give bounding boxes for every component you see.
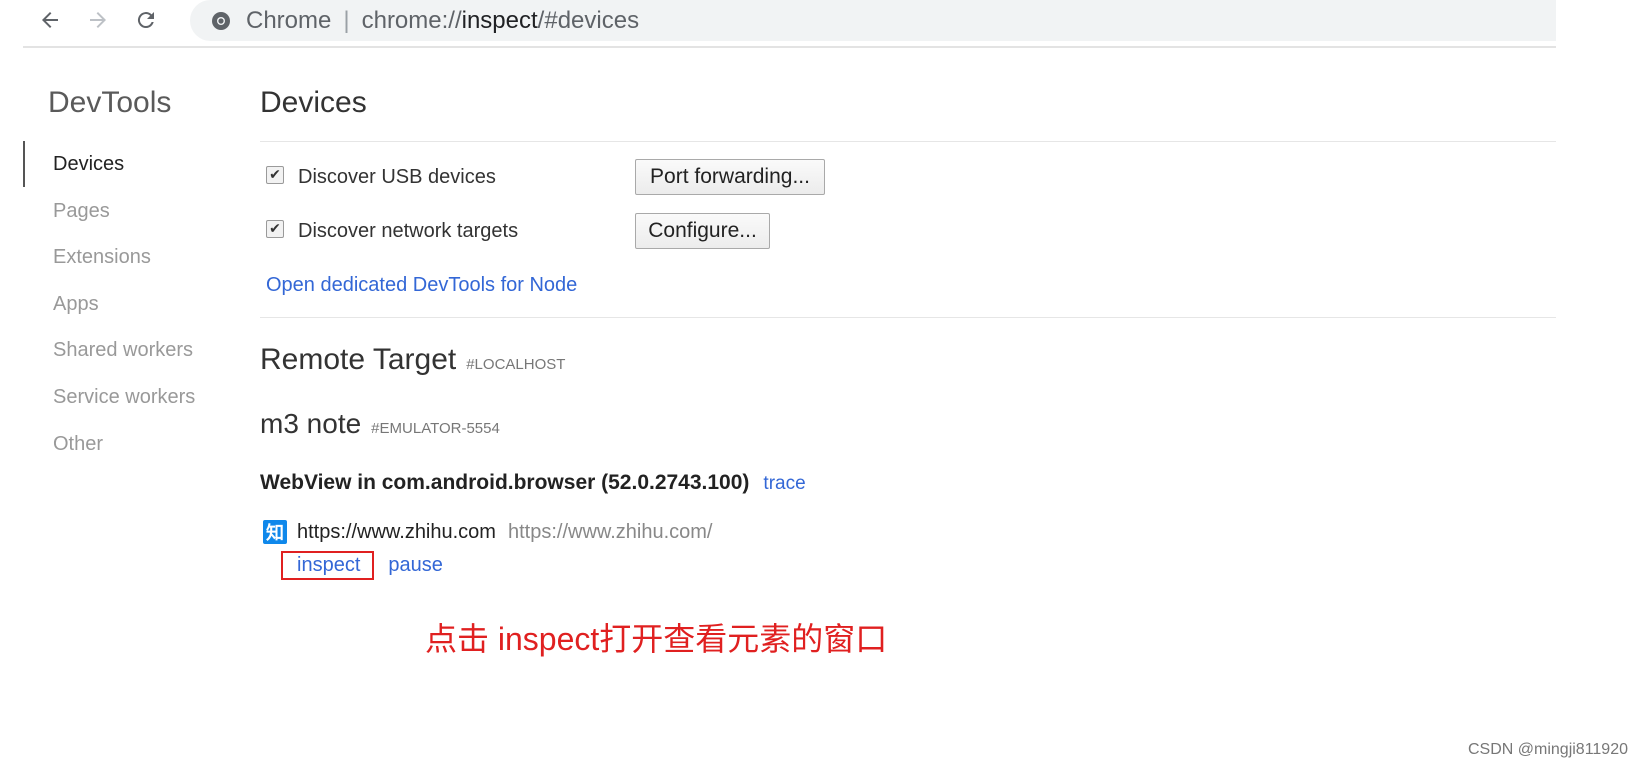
- open-node-devtools-link[interactable]: Open dedicated DevTools for Node: [266, 274, 577, 297]
- sidebar-item-other[interactable]: Other: [53, 433, 103, 456]
- webview-row: WebView in com.android.browser (52.0.274…: [260, 471, 806, 495]
- forward-button[interactable]: [82, 4, 114, 36]
- discover-network-label: Discover network targets: [298, 220, 519, 242]
- sidebar-item-shared-workers[interactable]: Shared workers: [53, 339, 193, 362]
- address-bar[interactable]: Chrome | chrome://inspect/#devices: [190, 0, 1556, 41]
- trace-link[interactable]: trace: [763, 473, 805, 494]
- zhihu-favicon-icon: 知: [263, 520, 287, 544]
- browser-toolbar: Chrome | chrome://inspect/#devices: [0, 0, 1556, 46]
- discover-network-checkbox[interactable]: ✔: [266, 219, 284, 238]
- site-name: Chrome: [246, 6, 332, 34]
- divider: [260, 141, 1556, 142]
- arrow-right-icon: [90, 12, 106, 28]
- reload-button[interactable]: [130, 4, 162, 36]
- page-actions: inspect pause: [281, 551, 443, 580]
- discover-usb-label: Discover USB devices: [298, 166, 496, 188]
- page-target-title: https://www.zhihu.com: [297, 520, 496, 543]
- page-target-url: https://www.zhihu.com/: [507, 520, 713, 543]
- device-serial: #EMULATOR-5554: [371, 420, 500, 437]
- page-row: 知 https://www.zhihu.com https://www.zhih…: [263, 520, 713, 544]
- configure-button[interactable]: Configure...: [635, 213, 770, 249]
- webview-label: WebView in com.android.browser (52.0.274…: [260, 471, 750, 494]
- discover-usb-checkbox[interactable]: ✔: [266, 165, 284, 184]
- chrome-logo-icon: [210, 10, 232, 32]
- reload-icon: [137, 12, 154, 29]
- watermark: CSDN @mingji811920: [1467, 741, 1628, 758]
- port-forwarding-button[interactable]: Port forwarding...: [635, 159, 825, 195]
- sidebar-item-extensions[interactable]: Extensions: [53, 246, 151, 269]
- page-title: Devices: [260, 86, 367, 119]
- url-scheme: chrome://: [361, 6, 462, 34]
- url-separator: |: [343, 6, 350, 34]
- sidebar-item-service-workers[interactable]: Service workers: [53, 386, 195, 409]
- discover-network-option: ✔ Discover network targets: [266, 219, 519, 243]
- device-title: m3 note: [260, 408, 362, 439]
- url-path: /#devices: [537, 6, 640, 34]
- remote-target-title: Remote Target: [260, 343, 457, 376]
- sidebar-item-pages[interactable]: Pages: [53, 200, 110, 223]
- remote-target-heading: Remote Target #LOCALHOST: [260, 343, 565, 377]
- sidebar-item-apps[interactable]: Apps: [53, 293, 99, 316]
- device-heading: m3 note #EMULATOR-5554: [260, 408, 500, 440]
- annotation-text: 点击 inspect打开查看元素的窗口: [425, 621, 888, 657]
- inspect-link[interactable]: inspect: [297, 554, 360, 576]
- back-button[interactable]: [34, 4, 66, 36]
- sidebar-item-devices[interactable]: Devices: [53, 153, 124, 176]
- inspect-highlight: inspect: [281, 551, 375, 580]
- pause-link[interactable]: pause: [388, 554, 443, 577]
- remote-target-sub: #LOCALHOST: [466, 356, 566, 373]
- toolbar-divider: [23, 46, 1556, 48]
- url-host: inspect: [461, 6, 538, 34]
- sidebar-active-indicator: [23, 141, 25, 187]
- discover-usb-option: ✔ Discover USB devices: [266, 165, 496, 189]
- divider: [260, 317, 1556, 318]
- sidebar-title: DevTools: [48, 86, 172, 119]
- arrow-left-icon: [42, 12, 58, 28]
